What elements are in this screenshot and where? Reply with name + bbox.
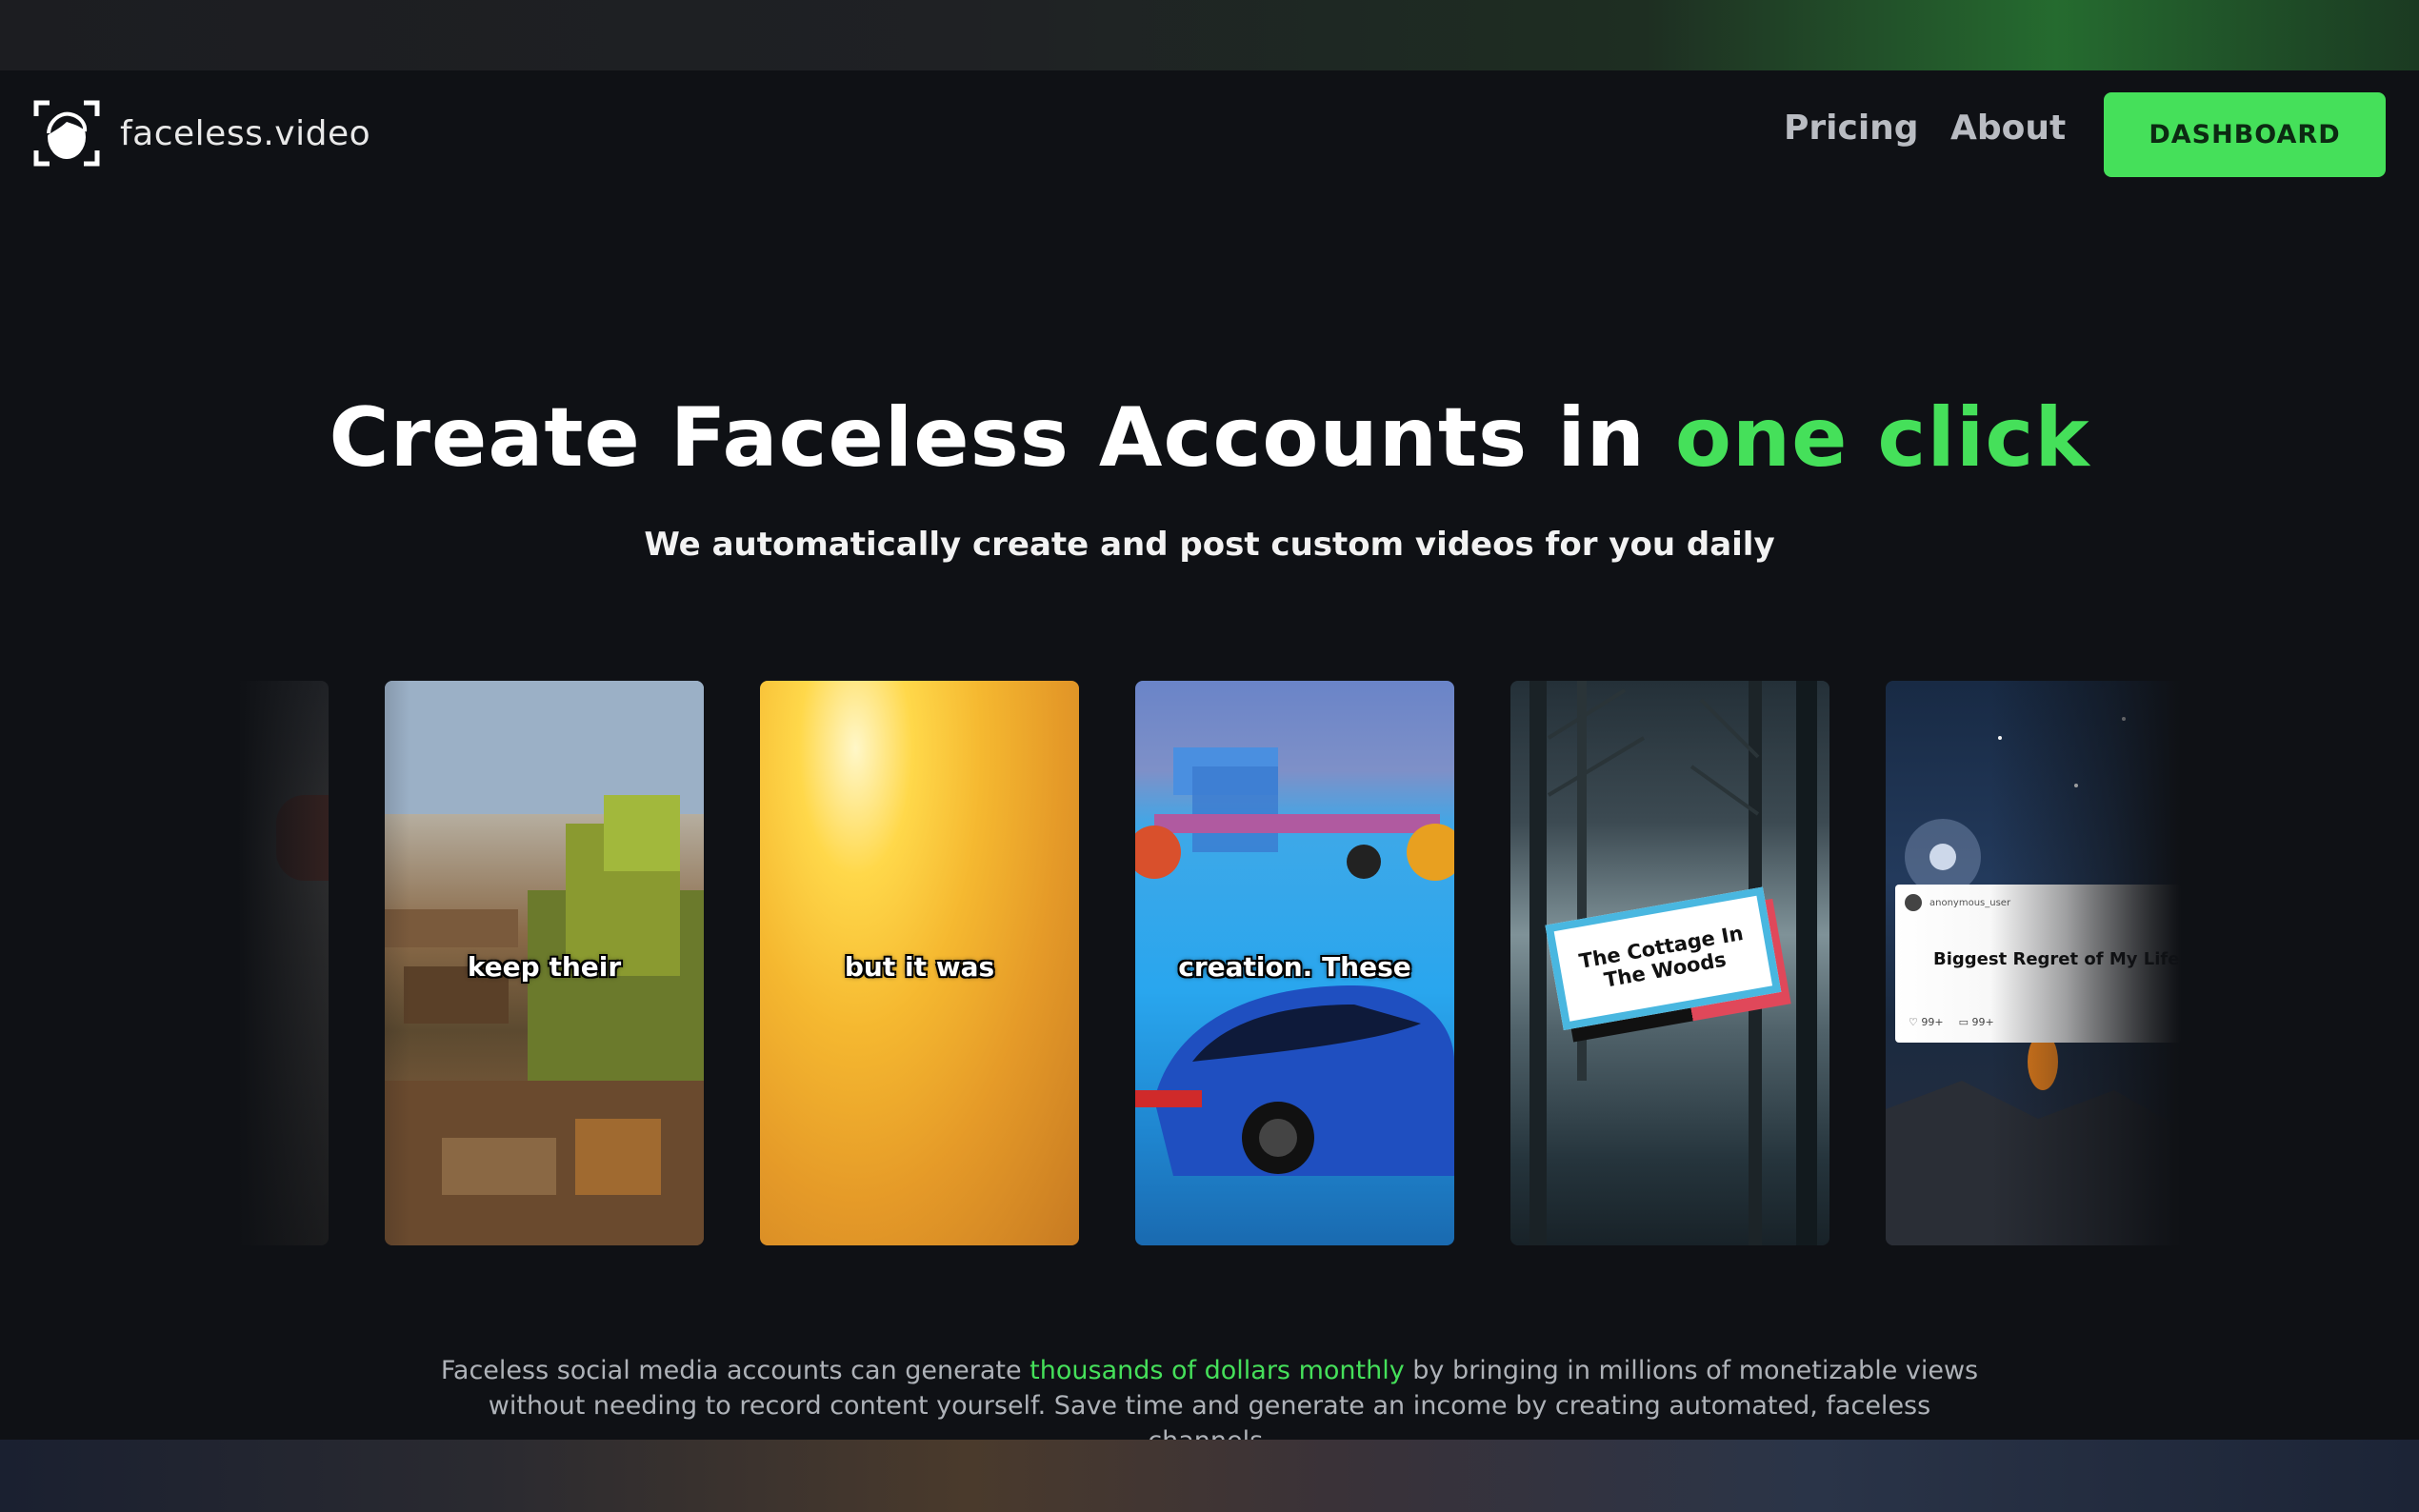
page: faceless.video Pricing About DASHBOARD C… — [0, 70, 2419, 1440]
likes-stat: ♡ 99+ — [1909, 1016, 1944, 1028]
brand-logo[interactable]: faceless.video — [32, 99, 370, 168]
navbar: faceless.video Pricing About DASHBOARD — [0, 70, 2419, 200]
avatar — [1905, 894, 1922, 911]
video-card-forest[interactable]: The Cottage In The Woods — [1510, 681, 1829, 1245]
heart-icon: ♡ — [1909, 1016, 1918, 1028]
intro-paragraph: Faceless social media accounts can gener… — [429, 1353, 1990, 1440]
browser-bottom-strip — [0, 1440, 2419, 1512]
video-caption: creation. These — [1178, 951, 1411, 983]
hero-title-accent: one click — [1674, 390, 2090, 486]
hero-title: Create Faceless Accounts in one click — [0, 390, 2419, 486]
video-card-car[interactable]: creation. These — [1135, 681, 1454, 1245]
comments-stat: ▭ 99+ — [1959, 1016, 1994, 1028]
comment-icon: ▭ — [1958, 1016, 1969, 1028]
brand-name: faceless.video — [120, 113, 371, 153]
video-caption: but it was — [844, 951, 995, 983]
likes-count: 99+ — [1921, 1016, 1944, 1028]
hero-title-main: Create Faceless Accounts in — [329, 390, 1675, 486]
reddit-post-stats: ♡ 99+ ▭ 99+ — [1909, 1016, 1994, 1028]
hero-subtitle: We automatically create and post custom … — [644, 526, 1775, 564]
video-carousel[interactable]: keep their but it was creation. These Th… — [238, 681, 2181, 1247]
video-card-minecraft[interactable]: keep their — [385, 681, 704, 1245]
intro-highlight: thousands of dollars monthly — [1030, 1356, 1405, 1385]
nav-pricing-link[interactable]: Pricing — [1784, 109, 1919, 148]
video-caption: keep their — [467, 951, 622, 983]
face-scan-icon — [33, 100, 100, 167]
intro-text-part1: Faceless social media accounts can gener… — [440, 1356, 1030, 1385]
carousel-fade-right — [1990, 681, 2181, 1247]
nav-about-link[interactable]: About — [1950, 109, 2066, 148]
browser-top-strip — [0, 0, 2419, 70]
carousel-fade-left — [238, 681, 410, 1247]
dashboard-button[interactable]: DASHBOARD — [2104, 92, 2386, 177]
video-card-clouds[interactable]: but it was — [760, 681, 1079, 1245]
